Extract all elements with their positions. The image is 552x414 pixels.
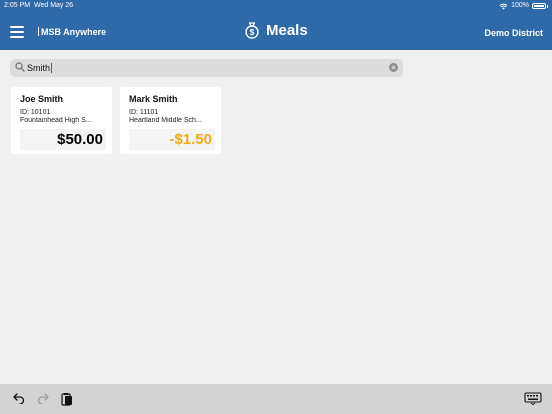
text-cursor [51,63,53,73]
battery-icon [532,3,546,9]
district-selector[interactable]: Demo District [484,28,543,38]
clear-search-icon[interactable] [389,63,398,72]
student-card[interactable]: Joe Smith ID: 10101 Fountainhead High S.… [11,87,112,154]
student-name: Joe Smith [20,94,64,104]
student-id: ID: 11101 [129,109,159,116]
svg-text:$: $ [250,28,255,37]
status-date: Wed May 26 [34,2,74,9]
redo-icon[interactable] [37,392,49,404]
page-title-group: $ Meals [244,21,308,39]
status-right: 100% [499,0,548,12]
student-id: ID: 10101 [20,109,51,116]
status-bar: 2:05 PM Wed May 26 100% [0,0,552,12]
balance-box: $50.00 [20,129,106,150]
student-balance: -$1.50 [169,131,212,148]
battery-percent: 100% [511,2,529,9]
student-name: Mark Smith [129,94,178,104]
wifi-icon [499,3,508,10]
hamburger-menu-icon[interactable] [10,26,24,38]
paste-icon[interactable] [61,392,73,406]
student-balance: $50.00 [57,131,103,148]
student-school: Fountainhead High S... [20,117,92,124]
search-input[interactable]: Smith [10,59,403,77]
balance-box: -$1.50 [129,129,215,150]
search-query: Smith [27,63,51,73]
navigation-bar: MSB Anywhere $ Meals Demo District [0,12,552,50]
undo-icon[interactable] [13,392,25,404]
keyboard-icon[interactable] [524,392,542,405]
page-title: Meals [266,21,308,39]
battery-cap [547,4,548,8]
student-school: Heartland Middle Sch... [129,117,202,124]
money-bag-icon: $ [245,22,259,39]
keyboard-shortcut-bar [0,384,552,414]
search-icon [15,62,25,72]
student-card[interactable]: Mark Smith ID: 11101 Heartland Middle Sc… [120,87,221,154]
status-time: 2:05 PM [4,2,31,9]
brand-logo: MSB Anywhere [38,27,106,37]
brand-name: MSB Anywhere [41,27,107,37]
